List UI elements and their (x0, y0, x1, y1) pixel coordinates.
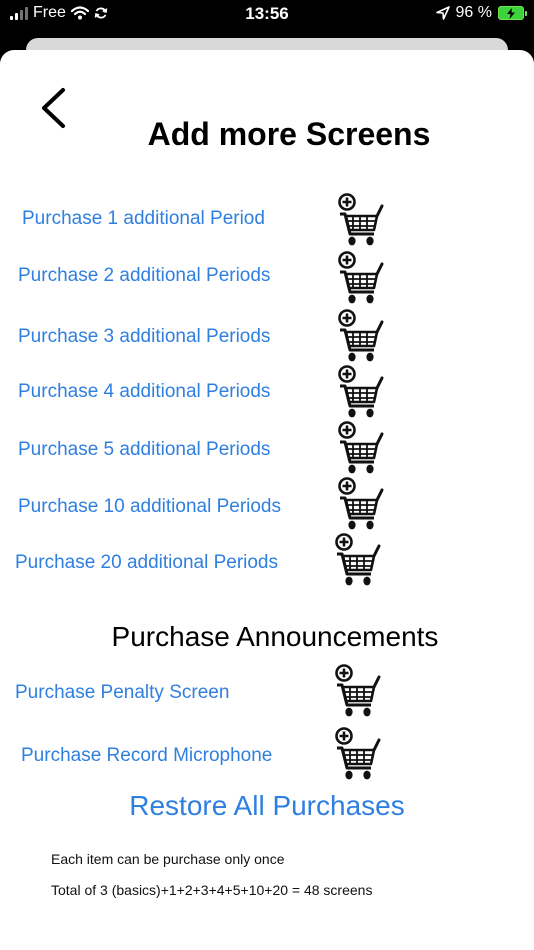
purchase-2-periods-link[interactable]: Purchase 2 additional Periods (18, 265, 270, 287)
add-to-cart-icon[interactable] (336, 362, 384, 420)
announcements-title: Purchase Announcements (111, 621, 439, 652)
add-to-cart-icon[interactable] (333, 530, 381, 588)
add-to-cart-icon[interactable] (336, 190, 384, 248)
purchase-record-microphone-link[interactable]: Purchase Record Microphone (21, 745, 272, 767)
signal-icon (10, 6, 28, 20)
add-to-cart-icon[interactable] (336, 418, 384, 476)
wifi-icon (70, 6, 89, 20)
add-to-cart-icon[interactable] (336, 248, 384, 306)
add-to-cart-icon[interactable] (336, 474, 384, 532)
purchase-1-period-link[interactable]: Purchase 1 additional Period (22, 208, 265, 230)
carrier-name: Free (33, 4, 66, 21)
purchase-5-periods-link[interactable]: Purchase 5 additional Periods (18, 439, 270, 461)
purchase-once-note: Each item can be purchase only once (51, 851, 285, 867)
status-right: 96 % (435, 4, 527, 22)
purchase-penalty-screen-link[interactable]: Purchase Penalty Screen (15, 682, 229, 704)
purchase-3-periods-link[interactable]: Purchase 3 additional Periods (18, 326, 270, 348)
purchase-20-periods-link[interactable]: Purchase 20 additional Periods (15, 552, 278, 574)
battery-percent: 96 % (455, 4, 492, 21)
add-to-cart-icon[interactable] (333, 724, 381, 782)
add-to-cart-icon[interactable] (336, 306, 384, 364)
total-screens-note: Total of 3 (basics)+1+2+3+4+5+10+20 = 48… (51, 882, 373, 898)
purchase-4-periods-link[interactable]: Purchase 4 additional Periods (18, 381, 270, 403)
restore-purchases-button[interactable]: Restore All Purchases (0, 790, 534, 822)
location-icon (435, 6, 450, 20)
page-title: Add more Screens (147, 116, 431, 152)
status-left: Free (10, 4, 108, 22)
add-to-cart-icon[interactable] (333, 661, 381, 719)
purchase-10-periods-link[interactable]: Purchase 10 additional Periods (18, 496, 281, 518)
battery-charging-icon (498, 6, 527, 20)
status-bar: Free 13:56 96 % (0, 0, 534, 34)
sync-icon (94, 7, 108, 19)
